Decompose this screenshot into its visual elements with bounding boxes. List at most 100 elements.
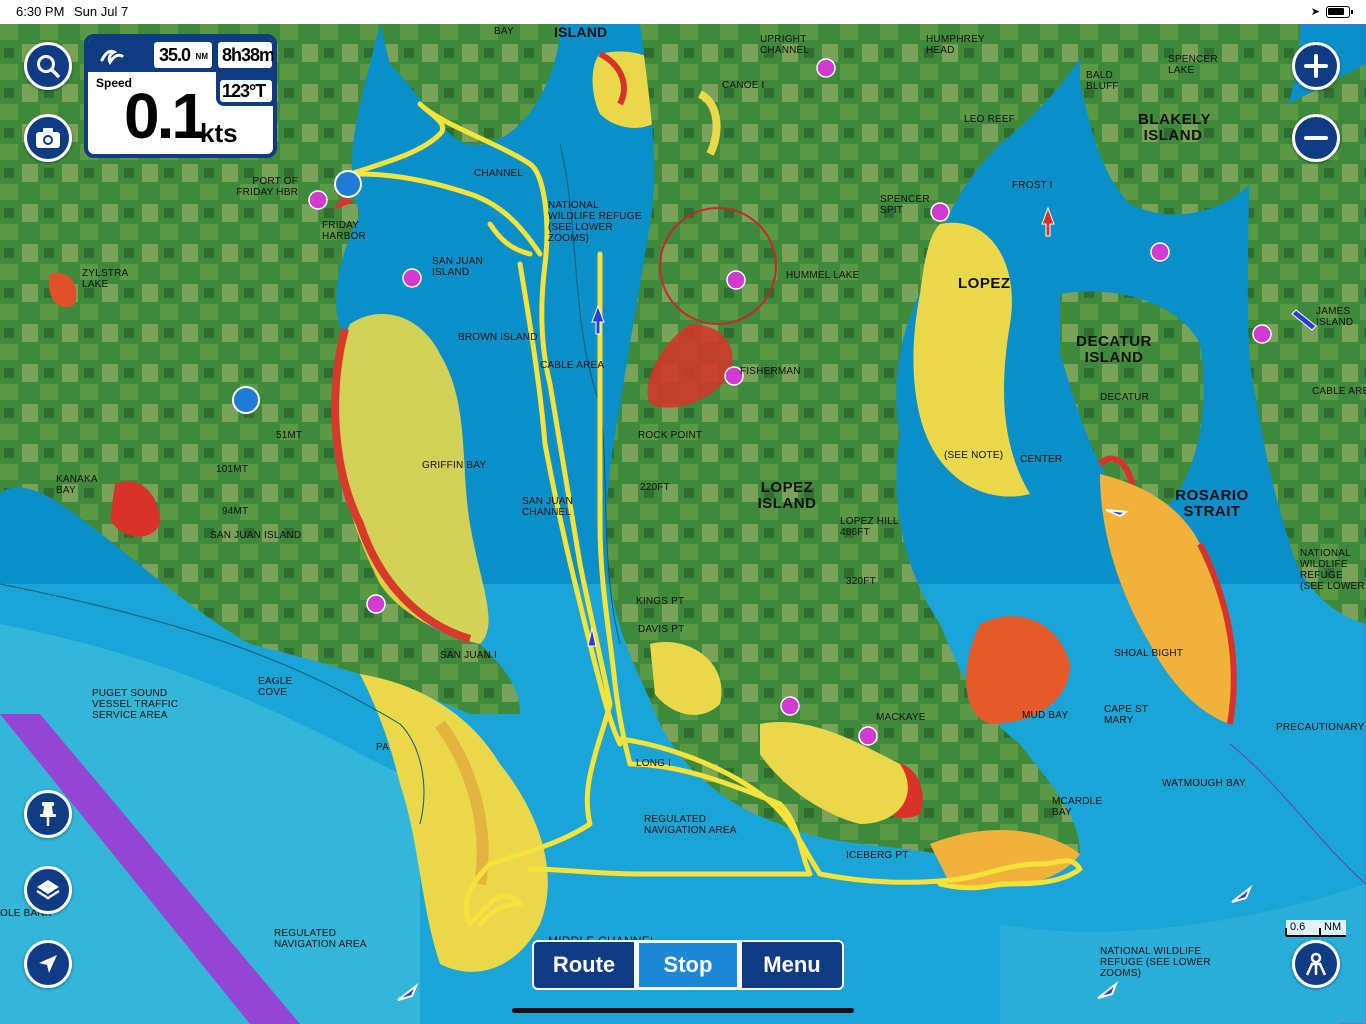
scale-value: 0.6 [1290, 921, 1306, 933]
map-label: SPENCER LAKE [1168, 54, 1222, 76]
map-label-text: KANAKA BAY [56, 474, 98, 496]
map-label: SAN JUAN CHANNEL [522, 496, 578, 518]
drop-pin-button[interactable] [24, 790, 72, 838]
map-label-text: SAN JUAN CHANNEL [522, 496, 574, 518]
layers-icon [36, 880, 60, 900]
map-label: MACKAYE [876, 712, 926, 723]
map-label-text: HUMPHREY HEAD [926, 34, 985, 56]
map-label: CABLE AREA [540, 360, 605, 371]
map-label: SAN JUAN I [440, 650, 498, 661]
map-label: 101MT [216, 464, 249, 475]
home-indicator[interactable] [512, 1008, 854, 1013]
map-label: 51MT [276, 430, 303, 441]
location-services-icon: ➤ [1310, 6, 1320, 18]
map-label-text: REGULATED NAVIGATION AREA [644, 814, 737, 836]
map-label-text: REGULATED NAVIGATION AREA [274, 928, 367, 950]
locate-icon [39, 955, 57, 973]
search-icon [37, 55, 60, 78]
boat-logo-icon [96, 42, 126, 68]
distance-unit: NM [195, 52, 208, 61]
layers-button[interactable] [24, 866, 72, 914]
map-label: CANOE I [722, 80, 765, 91]
stop-button[interactable]: Stop [636, 940, 740, 990]
map-label-text: ROSARIO STRAIT [1175, 487, 1249, 520]
map-label: BALD BLUFF [1086, 70, 1120, 92]
zoom-in-icon [1304, 54, 1328, 78]
map-label: SPENCER SPIT [880, 194, 934, 216]
map-label: KANAKA BAY [56, 474, 106, 496]
map-label: PRECAUTIONARY [1276, 722, 1365, 733]
map-label: KINGS PT [636, 596, 685, 607]
pin-icon [40, 802, 56, 826]
locate-button[interactable] [24, 940, 72, 988]
map-label-text: PORT OF FRIDAY HBR [236, 176, 298, 198]
map-label: UPRIGHT CHANNEL [760, 34, 820, 56]
account-button[interactable] [1292, 940, 1340, 988]
speed-value: 0.1 [124, 80, 207, 152]
status-bar: 6:30 PM Sun Jul 7 ➤ [0, 0, 1366, 24]
nautical-chart-map[interactable]: BAY ISLAND UPRIGHT CHANNEL HUMPHREY HEAD… [0, 24, 1366, 1024]
map-label: ZYLSTRA LAKE [82, 268, 132, 290]
map-label: PORT OF FRIDAY HBR [222, 176, 298, 198]
eta-readout: 8h38m [218, 42, 273, 68]
map-label: CAPE ST MARY [1104, 704, 1160, 726]
camera-button[interactable] [24, 114, 72, 162]
map-label-text: LOPEZ HILL 486FT [840, 516, 899, 538]
map-label: MUD BAY [1022, 710, 1069, 721]
map-label-text: JAMES ISLAND [1316, 306, 1354, 328]
map-label: LOPEZ ISLAND [752, 480, 822, 512]
map-label: LOPEZ HILL 486FT [840, 516, 904, 538]
route-action-bar: Route Stop Menu [532, 940, 844, 990]
map-label: DAVIS PT [638, 624, 685, 635]
map-label: BROWN ISLAND [458, 332, 538, 343]
map-label-text: FRIDAY HARBOR [322, 220, 366, 242]
map-label: SHOAL BIGHT [1114, 648, 1184, 659]
menu-button[interactable]: Menu [740, 940, 844, 990]
map-label: SAN JUAN ISLAND [432, 256, 492, 278]
zoom-out-button[interactable] [1292, 114, 1340, 162]
waypoint-pin-icon[interactable] [334, 170, 362, 198]
map-label: BAY [494, 26, 514, 37]
status-date: Sun Jul 7 [74, 4, 129, 19]
zoom-in-button[interactable] [1292, 42, 1340, 90]
search-button[interactable] [24, 42, 72, 90]
heading-value: 123°T [222, 81, 266, 101]
chart-canvas [0, 24, 1366, 1024]
map-label: FROST I [1012, 180, 1053, 191]
map-label-text: SPENCER SPIT [880, 194, 930, 216]
map-label: PUGET SOUND VESSEL TRAFFIC SERVICE AREA [92, 688, 182, 721]
map-label: GRIFFIN BAY [422, 460, 487, 471]
map-label: PA [376, 742, 389, 753]
map-label-text: BALD BLUFF [1086, 70, 1119, 92]
map-label: MCARDLE BAY [1052, 796, 1112, 818]
map-label-text: ZYLSTRA LAKE [82, 268, 128, 290]
map-label: REGULATED NAVIGATION AREA [644, 814, 744, 836]
map-scale: 0.6 NM [1264, 918, 1348, 940]
instrument-panel[interactable]: 35.0 NM 8h38m 123°T Speed 0.1 kts [84, 34, 277, 158]
camera-icon [36, 128, 60, 148]
waypoint-pin-icon[interactable] [232, 386, 260, 414]
route-button[interactable]: Route [532, 940, 636, 990]
map-label: NATIONAL WILDLIFE REFUGE (SEE LOWER ZOOM… [1100, 946, 1216, 979]
map-label: DECATUR [1100, 392, 1149, 403]
map-label: 220FT [640, 482, 670, 493]
map-label: FISHERMAN [740, 366, 801, 377]
zoom-out-icon [1304, 136, 1328, 140]
map-label: ICEBERG PT [846, 850, 909, 861]
map-label-text: CAPE ST MARY [1104, 704, 1149, 726]
map-label: CHANNEL [474, 168, 524, 179]
map-label-text: NATIONAL WILDLIFE REFUGE (SEE LOWER [1300, 548, 1365, 592]
map-label: HUMPHREY HEAD [926, 34, 990, 56]
map-label-text: EAGLE COVE [258, 676, 293, 698]
map-label: WATMOUGH BAY [1162, 778, 1246, 789]
map-label: (SEE NOTE) [944, 450, 1004, 461]
scale-unit: NM [1324, 921, 1342, 933]
map-label-text: SAN JUAN ISLAND [432, 256, 484, 278]
map-label: LOPEZ [958, 275, 1011, 292]
map-label: NATIONAL WILDLIFE REFUGE (SEE LOWER [1300, 548, 1366, 592]
distance-value: 35.0 [159, 45, 191, 65]
distance-readout: 35.0 NM [154, 42, 212, 68]
map-label: SAN JUAN ISLAND [210, 530, 302, 541]
map-label-text: SPENCER LAKE [1168, 54, 1218, 76]
map-label-text: NATIONAL WILDLIFE REFUGE (SEE LOWER ZOOM… [548, 200, 642, 244]
